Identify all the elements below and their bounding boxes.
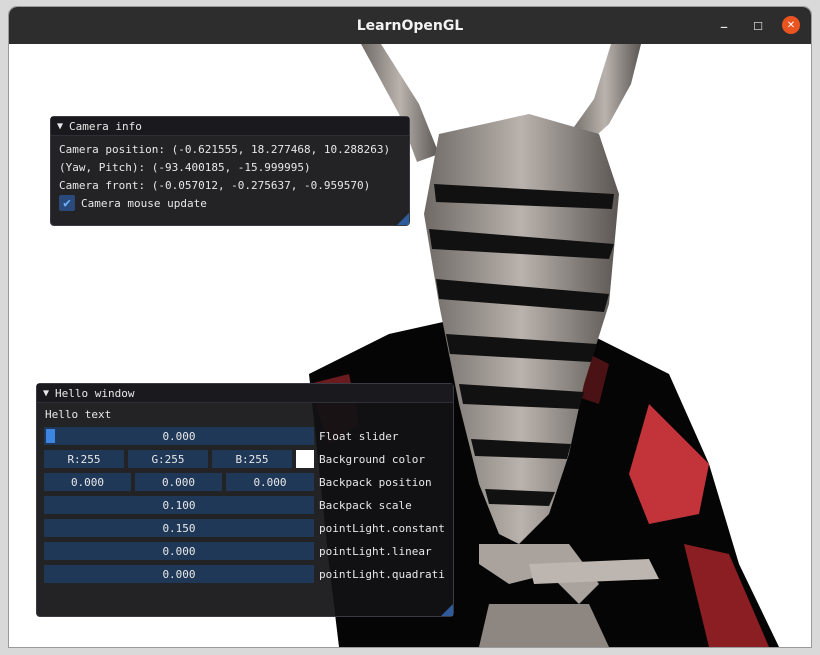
bg-color-b-field[interactable]: B:255 <box>212 450 292 468</box>
backpack-pos-x-field[interactable]: 0.000 <box>44 473 131 491</box>
maximize-icon[interactable]: ☐ <box>748 16 768 36</box>
resize-grip[interactable] <box>397 213 409 225</box>
pointlight-constant-label: pointLight.constant <box>319 522 445 535</box>
app-window: LearnOpenGL – ☐ ✕ ▼ Camera info Camera p… <box>9 7 811 647</box>
collapse-triangle-icon[interactable]: ▼ <box>57 121 63 132</box>
float-slider-value: 0.000 <box>162 429 196 443</box>
pointlight-linear-label: pointLight.linear <box>319 545 432 558</box>
pointlight-constant-field[interactable]: 0.150 <box>44 519 314 537</box>
hello-window-header[interactable]: ▼ Hello window <box>37 384 453 403</box>
bg-color-r-field[interactable]: R:255 <box>44 450 124 468</box>
camera-front-text: Camera front: (-0.057012, -0.275637, -0.… <box>59 179 371 192</box>
camera-mouse-update-checkbox[interactable]: ✔ <box>59 195 75 211</box>
camera-info-panel[interactable]: ▼ Camera info Camera position: (-0.62155… <box>50 116 410 226</box>
pointlight-quadratic-field[interactable]: 0.000 <box>44 565 314 583</box>
backpack-scale-label: Backpack scale <box>319 499 412 512</box>
camera-info-title: Camera info <box>69 119 142 133</box>
collapse-triangle-icon[interactable]: ▼ <box>43 388 49 399</box>
hello-window-title: Hello window <box>55 386 135 400</box>
checkmark-icon: ✔ <box>63 195 71 211</box>
yaw-pitch-text: (Yaw, Pitch): (-93.400185, -15.999995) <box>59 161 311 174</box>
pointlight-quadratic-label: pointLight.quadrati <box>319 568 445 581</box>
bg-color-swatch[interactable] <box>296 450 314 468</box>
camera-position-text: Camera position: (-0.621555, 18.277468, … <box>59 143 391 156</box>
pointlight-linear-field[interactable]: 0.000 <box>44 542 314 560</box>
resize-grip[interactable] <box>441 604 453 616</box>
close-icon[interactable]: ✕ <box>782 16 800 34</box>
hello-window-panel[interactable]: ▼ Hello window Hello text 0.000 Float sl… <box>36 383 454 617</box>
float-slider-label: Float slider <box>319 430 399 443</box>
backpack-scale-field[interactable]: 0.100 <box>44 496 314 514</box>
bg-color-label: Background color <box>319 453 425 466</box>
backpack-pos-z-field[interactable]: 0.000 <box>226 473 314 491</box>
backpack-pos-y-field[interactable]: 0.000 <box>135 473 222 491</box>
bg-color-g-field[interactable]: G:255 <box>128 450 208 468</box>
hello-text: Hello text <box>45 408 112 421</box>
window-title: LearnOpenGL <box>356 17 464 34</box>
minimize-icon[interactable]: – <box>714 16 734 36</box>
float-slider[interactable]: 0.000 <box>44 427 314 445</box>
opengl-viewport[interactable]: ▼ Camera info Camera position: (-0.62155… <box>9 44 811 647</box>
camera-info-header[interactable]: ▼ Camera info <box>51 117 409 136</box>
slider-grab[interactable] <box>46 429 55 443</box>
camera-mouse-update-label: Camera mouse update <box>81 197 207 210</box>
title-bar[interactable]: LearnOpenGL – ☐ ✕ <box>9 7 811 44</box>
backpack-position-label: Backpack position <box>319 476 432 489</box>
